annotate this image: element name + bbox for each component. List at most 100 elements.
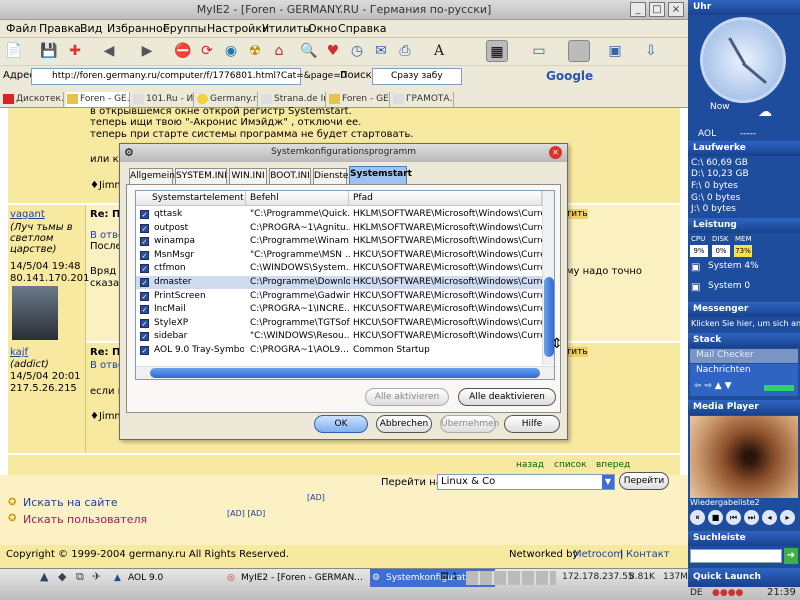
house-icon[interactable]: ⌂: [268, 40, 290, 62]
menu-window[interactable]: Окно: [308, 22, 337, 35]
tab-101ru[interactable]: 101.Ru - Инте...: [132, 92, 194, 107]
chevron-down-icon[interactable]: ▼: [602, 475, 614, 489]
search-icon[interactable]: 🔍: [298, 40, 320, 62]
quicklaunch-icon[interactable]: ✈: [92, 570, 101, 583]
drive-d[interactable]: D:\ 10,23 GB: [691, 169, 749, 179]
language[interactable]: DE: [690, 588, 703, 598]
mute-icon[interactable]: ◂: [762, 510, 777, 525]
download-icon[interactable]: ⇩: [640, 40, 662, 62]
enable-all-button[interactable]: Alle aktivieren: [365, 388, 449, 406]
checkbox[interactable]: ✓: [140, 264, 149, 274]
tab-startup[interactable]: Systemstart: [349, 166, 412, 184]
quicklaunch-icon[interactable]: ▲: [40, 570, 48, 583]
window-icon[interactable]: ▭: [528, 40, 550, 62]
address-input[interactable]: http://foren.germany.ru/computer/f/17768…: [31, 68, 346, 85]
goto-select[interactable]: Linux & Co ▼: [437, 474, 615, 490]
refresh-icon[interactable]: ⟳: [196, 40, 218, 62]
nav-forward[interactable]: вперед: [596, 460, 630, 470]
tab-gramota[interactable]: ГРАМОТА.РУ...: [392, 92, 454, 107]
startup-row[interactable]: ✓ IncMail C:\PROGRA~1\INCRE... HKCU\SOFTWAR…: [136, 303, 542, 316]
checkbox[interactable]: ✓: [140, 250, 149, 260]
tab-diskotek[interactable]: Дискотек...: [2, 92, 64, 107]
tab-germany[interactable]: Germany.ru: [196, 92, 258, 107]
tab-strana[interactable]: Strana.de Ima...: [260, 92, 326, 107]
mail-checker-item[interactable]: Mail Checker: [690, 349, 798, 363]
scrollbar-thumb[interactable]: [150, 368, 540, 378]
ad-link[interactable]: [AD]: [307, 493, 325, 502]
apply-button[interactable]: Übernehmen: [440, 415, 499, 433]
startup-row[interactable]: ✓ sidebar "C:\WINDOWS\Resou... HKCU\SOFTWAR…: [136, 330, 542, 343]
close-icon[interactable]: ×: [668, 2, 684, 17]
search-user-link[interactable]: Искать пользователя: [23, 513, 147, 526]
layout-icon[interactable]: ▦: [486, 40, 508, 62]
disable-all-button[interactable]: Alle deaktivieren: [458, 388, 556, 406]
tab-services[interactable]: Dienste: [313, 168, 348, 184]
tab-foren-active[interactable]: Foren - GE...: [66, 92, 130, 107]
refresh-all-icon[interactable]: ◉: [220, 40, 242, 62]
checkbox[interactable]: ✓: [140, 346, 149, 355]
print-icon[interactable]: ⎙: [394, 40, 416, 62]
nav-back[interactable]: назад: [516, 460, 544, 470]
new-page-icon[interactable]: 📄: [3, 40, 25, 62]
tray-icons[interactable]: [466, 571, 556, 585]
ad-link[interactable]: [AD] [AD]: [227, 509, 265, 518]
minimize-icon[interactable]: _: [630, 2, 646, 17]
startup-row[interactable]: ✓ PrintScreen C:\Programme\Gadwin... HKCU\S…: [136, 290, 542, 303]
menu-file[interactable]: Файл: [6, 22, 36, 35]
startup-row[interactable]: ✓ AOL 9.0 Tray-Symbol C:\PROGRA~1\AOL9... C…: [136, 344, 542, 357]
nav-arrows-icon[interactable]: ⇦ ⇨ ▲ ▼: [694, 381, 732, 391]
maximize-icon[interactable]: □: [649, 2, 665, 17]
save-icon[interactable]: 💾: [38, 40, 60, 62]
stop-icon[interactable]: ■: [708, 510, 723, 525]
drive-c[interactable]: C:\ 60,69 GB: [691, 158, 748, 168]
tray-icon[interactable]: ●●●●: [712, 588, 743, 598]
checkbox[interactable]: ✓: [140, 278, 149, 287]
menu-view[interactable]: Вид: [80, 22, 102, 35]
checkbox[interactable]: ✓: [140, 332, 149, 342]
history-icon[interactable]: ◷: [346, 40, 368, 62]
quicklaunch-icon[interactable]: ◆: [58, 570, 66, 583]
font-icon[interactable]: A: [428, 40, 450, 62]
news-item[interactable]: Nachrichten ⇦ ⇨ ▲ ▼: [690, 364, 798, 396]
col-startup-item[interactable]: Systemstartelement: [136, 191, 246, 206]
monitor-icon[interactable]: ▣: [604, 40, 626, 62]
checkbox[interactable]: ✓: [140, 305, 149, 315]
menu-settings[interactable]: Настройки: [207, 22, 269, 35]
quicklaunch-icon[interactable]: ⧉: [76, 570, 84, 584]
forward-icon[interactable]: ▶: [136, 40, 158, 62]
previous-icon[interactable]: ⏮: [726, 510, 741, 525]
author-vagant[interactable]: vagant: [10, 209, 45, 220]
tab-foren-2[interactable]: Foren - GE...: [328, 92, 390, 107]
startup-row[interactable]: ✓ dmaster C:\Programme\Downlo... HKCU\SOFTW…: [136, 276, 542, 289]
checkbox[interactable]: ✓: [140, 291, 149, 301]
checkbox[interactable]: ✓: [140, 237, 149, 247]
drive-f[interactable]: F:\ 0 bytes: [691, 181, 738, 191]
desktop-count-icon[interactable]: ▤: [440, 571, 449, 581]
ok-button[interactable]: OK: [314, 415, 368, 433]
google-logo[interactable]: Google: [546, 69, 593, 83]
menu-help[interactable]: Справка: [338, 22, 386, 35]
drive-g[interactable]: G:\ 0 bytes: [691, 193, 740, 203]
favorites-icon[interactable]: ♥: [322, 40, 344, 62]
back-icon[interactable]: ◀: [98, 40, 120, 62]
radiation-icon[interactable]: ☢: [244, 40, 266, 62]
taskbar-myie[interactable]: ◎ MyIE2 - [Foren - GERMAN...: [225, 569, 370, 587]
sidebar-search-input[interactable]: [690, 549, 782, 563]
taskbar-aol[interactable]: ▲ AOL 9.0: [112, 569, 196, 587]
startup-row[interactable]: ✓ MsnMsgr "C:\Programme\MSN ... HKCU\SOFTWA…: [136, 249, 542, 262]
messenger-text[interactable]: Klicken Sie hier, um sich anz: [691, 319, 800, 328]
next-icon[interactable]: ⏭: [744, 510, 759, 525]
menu-utilities[interactable]: Утилиты: [262, 22, 312, 35]
checkbox[interactable]: ✓: [140, 210, 149, 219]
tab-system-ini[interactable]: SYSTEM.INI: [175, 168, 227, 184]
startup-row[interactable]: ✓ StyleXP C:\Programme\TGTSof... HKCU\SOFTW…: [136, 317, 542, 330]
stop-icon[interactable]: ⛔: [172, 40, 194, 62]
checkbox[interactable]: ✓: [140, 223, 149, 233]
cancel-button[interactable]: Abbrechen: [376, 415, 432, 433]
contact-link[interactable]: Контакт: [626, 549, 670, 560]
reply-button[interactable]: тить: [566, 209, 588, 219]
menu-favorites[interactable]: Избранное: [107, 22, 169, 35]
startup-row[interactable]: ✓ winampa C:\Programme\Winam... HKLM\SOFTWA…: [136, 235, 542, 248]
tab-win-ini[interactable]: WIN.INI: [229, 168, 267, 184]
apple-icon[interactable]: [568, 40, 590, 62]
